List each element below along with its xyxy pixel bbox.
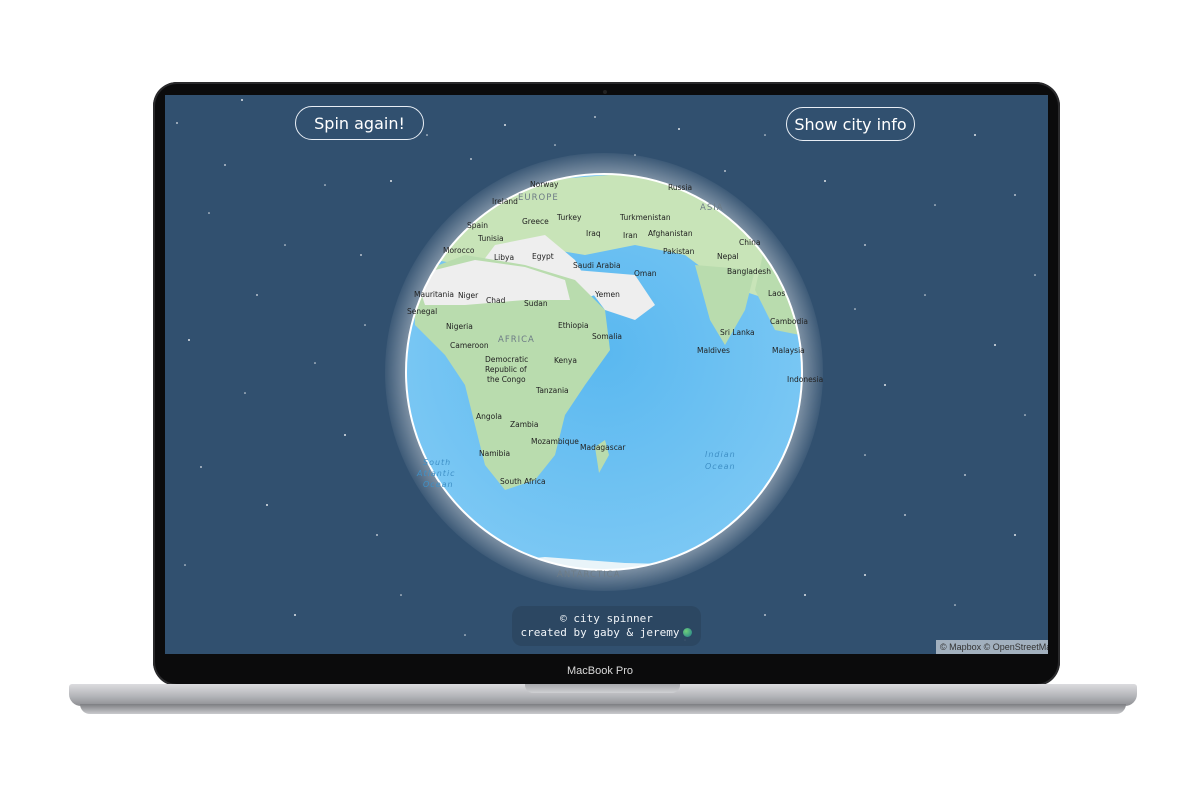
map-label: Malaysia <box>772 346 805 355</box>
continent-label: EUROPE <box>518 193 559 203</box>
map-label: Cambodia <box>770 317 808 326</box>
map-label: Sri Lanka <box>720 328 755 337</box>
map-label: Indonesia <box>787 375 823 384</box>
map-label: Nepal <box>717 252 739 261</box>
map-label: Oman <box>634 269 657 278</box>
map-label: Laos <box>768 289 785 298</box>
map-label: Mauritania <box>414 290 454 299</box>
ocean-label: South <box>423 458 451 467</box>
continent-label: ANTARCTICA <box>557 570 620 580</box>
map-label: Iran <box>623 231 638 240</box>
credits-box: © city spinner created by gaby & jeremy <box>512 606 701 646</box>
map-label: Maldives <box>697 346 730 355</box>
show-city-info-button[interactable]: Show city info <box>786 107 915 141</box>
map-label: China <box>739 238 760 247</box>
map-label: Egypt <box>532 252 554 261</box>
map-label: Kenya <box>554 356 577 365</box>
creators-text: created by gaby & jeremy <box>520 626 680 639</box>
continent-label: AFRICA <box>498 335 535 345</box>
ocean-label: Atlantic <box>416 469 456 478</box>
map-attribution-link[interactable]: © Mapbox © OpenStreetMap <box>936 640 1048 654</box>
map-label: Somalia <box>592 332 622 341</box>
map-label: Tanzania <box>535 386 569 395</box>
map-label: Ireland <box>492 197 518 206</box>
map-label: Greece <box>522 217 549 226</box>
ocean-label: Ocean <box>705 462 736 471</box>
camera-icon <box>603 90 607 94</box>
map-label: Cameroon <box>450 341 489 350</box>
map-label: South Africa <box>500 477 546 486</box>
ocean-label: Indian <box>705 450 736 459</box>
copyright-text: © city spinner <box>560 612 653 625</box>
map-label: Turkey <box>556 213 582 222</box>
device-label: MacBook Pro <box>566 665 634 677</box>
map-label: the Congo <box>487 375 526 384</box>
creators-line: created by gaby & jeremy <box>512 626 701 640</box>
map-label: Namibia <box>479 449 510 458</box>
map-label: Chad <box>486 296 506 305</box>
spin-again-button[interactable]: Spin again! <box>295 106 424 140</box>
map-label: Bangladesh <box>727 267 771 276</box>
map-label: Iraq <box>586 229 601 238</box>
map-label: Democratic <box>485 355 528 364</box>
map-label: Afghanistan <box>648 229 693 238</box>
ocean-label: Ocean <box>423 480 454 489</box>
map-label: Norway <box>530 180 559 189</box>
map-label: Pakistan <box>663 247 695 256</box>
laptop-notch <box>525 684 680 693</box>
map-label: Nigeria <box>446 322 473 331</box>
map-label: Ethiopia <box>558 321 589 330</box>
map-label: Angola <box>476 412 502 421</box>
map-label: Libya <box>494 253 514 262</box>
map-label: Saudi Arabia <box>573 261 621 270</box>
map-label: Tunisia <box>477 234 504 243</box>
globe-map[interactable]: Norway Russia Ireland Spain Greece Turke… <box>165 95 1048 654</box>
map-label: Zambia <box>510 420 538 429</box>
continent-label: ASIA <box>700 203 724 213</box>
laptop-base-shadow <box>80 704 1126 714</box>
map-label: Sudan <box>524 299 548 308</box>
map-label: Yemen <box>594 290 620 299</box>
map-label: Niger <box>458 291 479 300</box>
map-label: Spain <box>467 221 488 230</box>
map-label: Madagascar <box>580 443 626 452</box>
globe-icon <box>683 628 693 637</box>
map-label: Turkmenistan <box>619 213 671 222</box>
map-label: Senegal <box>407 307 437 316</box>
map-label: Mozambique <box>531 437 579 446</box>
map-label: Russia <box>668 183 692 192</box>
map-label: Morocco <box>443 246 475 255</box>
map-label: Republic of <box>485 365 527 374</box>
app-screen: Norway Russia Ireland Spain Greece Turke… <box>165 95 1048 654</box>
